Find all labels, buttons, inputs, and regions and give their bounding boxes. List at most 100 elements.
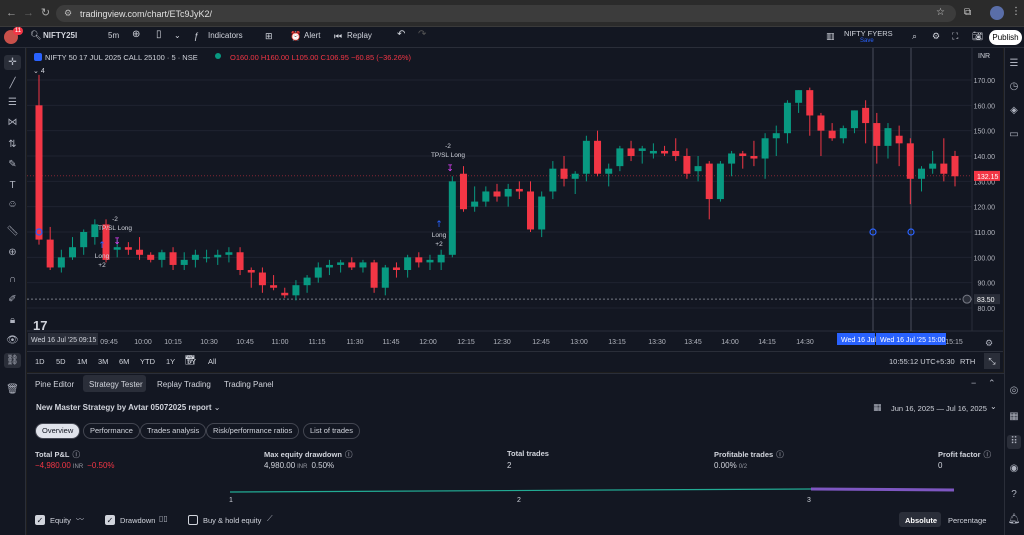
timeframe-3m[interactable]: 3M: [98, 357, 108, 366]
candle-body[interactable]: [661, 150, 669, 154]
candle-body[interactable]: [538, 196, 546, 230]
date-range[interactable]: Jun 16, 2025 — Jul 16, 2025: [891, 404, 987, 413]
candle-body[interactable]: [739, 153, 747, 156]
back-icon[interactable]: ←: [5, 7, 18, 20]
candle-body[interactable]: [672, 150, 680, 156]
collapse-indicators[interactable]: ⌄ 4: [33, 67, 45, 75]
fib-icon[interactable]: ☰: [4, 95, 21, 110]
candle-body[interactable]: [649, 150, 657, 154]
candle-body[interactable]: [750, 156, 758, 159]
candle-body[interactable]: [716, 163, 724, 200]
candle-body[interactable]: [694, 166, 702, 172]
watchlist-icon[interactable]: ☰: [1007, 57, 1021, 71]
candle-body[interactable]: [594, 140, 602, 174]
trading-panel-icon[interactable]: ▥: [826, 31, 835, 42]
indicators-button[interactable]: Indicators: [208, 31, 243, 40]
fullscreen-icon[interactable]: ⛶: [952, 31, 958, 42]
candle-body[interactable]: [214, 254, 222, 258]
candle-body[interactable]: [113, 247, 121, 250]
candle-body[interactable]: [761, 138, 769, 159]
alert-button[interactable]: Alert: [304, 31, 320, 40]
candle-body[interactable]: [203, 257, 211, 259]
candle-body[interactable]: [325, 264, 333, 268]
info-icon[interactable]: ⓘ: [345, 450, 353, 459]
timeframe-all[interactable]: All: [208, 357, 216, 366]
candle-body[interactable]: [828, 130, 836, 139]
clock-icon[interactable]: ◷: [1007, 80, 1021, 94]
layers-icon[interactable]: ◈: [1007, 104, 1021, 118]
gear-icon[interactable]: ⚙: [932, 31, 940, 42]
search-icon[interactable]: 🔍︎: [30, 30, 41, 41]
candle-body[interactable]: [839, 128, 847, 139]
chevron-down-icon[interactable]: ⌄: [990, 402, 997, 411]
candle-body[interactable]: [850, 110, 858, 129]
candle-body[interactable]: [136, 249, 144, 255]
broker-name[interactable]: NIFTY FYERS: [844, 29, 893, 38]
forward-icon[interactable]: →: [22, 7, 35, 20]
buy-hold-checkbox[interactable]: [188, 515, 198, 525]
candle-body[interactable]: [884, 128, 892, 146]
magnet-icon[interactable]: ∩: [4, 272, 21, 287]
candle-body[interactable]: [247, 270, 255, 273]
candle-body[interactable]: [527, 191, 535, 230]
zoom-in-icon[interactable]: ⊕: [4, 245, 21, 260]
calendar-icon[interactable]: ▦: [873, 402, 882, 413]
eye-icon[interactable]: 👁︎: [4, 333, 21, 348]
candle-body[interactable]: [560, 168, 568, 179]
candle-body[interactable]: [929, 163, 937, 169]
candle-body[interactable]: [917, 168, 925, 179]
candle-body[interactable]: [404, 257, 412, 270]
candle-body[interactable]: [381, 267, 389, 288]
candle-body[interactable]: [482, 191, 490, 202]
candlestick-chart[interactable]: 80.0090.00100.00110.00120.00130.00140.00…: [27, 48, 1003, 351]
brush-icon[interactable]: ✎: [4, 157, 21, 172]
bookmark-star-icon[interactable]: ☆: [936, 7, 945, 18]
candle-body[interactable]: [236, 252, 244, 270]
notification-icon[interactable]: 🔔︎: [1007, 513, 1021, 527]
candle-body[interactable]: [683, 156, 691, 174]
legend-title[interactable]: NIFTY 50 17 JUL 2025 CALL 25100 · 5 · NS…: [45, 53, 198, 62]
candle-body[interactable]: [147, 254, 155, 260]
candle-body[interactable]: [337, 262, 345, 265]
indicators-icon[interactable]: ƒ: [194, 31, 199, 41]
crosshair-icon[interactable]: ✛: [4, 55, 21, 70]
add-alert-icon[interactable]: [962, 294, 972, 304]
subtab-overview[interactable]: Overview: [35, 423, 81, 439]
percentage-toggle[interactable]: Percentage: [948, 516, 986, 525]
chat-icon[interactable]: ▭: [1007, 128, 1021, 142]
candle-body[interactable]: [459, 173, 467, 210]
candle-body[interactable]: [728, 153, 736, 164]
trash-icon[interactable]: 🗑︎: [4, 382, 21, 397]
candle-body[interactable]: [638, 148, 646, 151]
candles-icon[interactable]: ▯: [156, 29, 162, 40]
candle-body[interactable]: [281, 292, 289, 296]
candle-body[interactable]: [940, 163, 948, 174]
candle-body[interactable]: [180, 259, 188, 265]
candle-body[interactable]: [169, 252, 177, 265]
tab-strategy-tester[interactable]: Strategy Tester: [89, 380, 143, 389]
chart-settings-icon[interactable]: ⚙: [985, 338, 993, 349]
profile-avatar[interactable]: [990, 6, 1004, 20]
candle-body[interactable]: [772, 133, 780, 139]
replay-icon[interactable]: ⏮: [334, 31, 342, 42]
candle-body[interactable]: [46, 239, 54, 268]
subtab-list-of-trades[interactable]: List of trades: [303, 423, 360, 439]
candle-body[interactable]: [124, 247, 132, 250]
info-icon[interactable]: ⓘ: [72, 450, 80, 459]
candle-body[interactable]: [515, 188, 523, 192]
stay-drawing-icon[interactable]: ✐: [4, 292, 21, 307]
browser-menu-icon[interactable]: ⋮: [1011, 6, 1021, 17]
timeframe-1y[interactable]: 1Y: [166, 357, 175, 366]
reload-icon[interactable]: ↻: [39, 7, 52, 20]
link-icon[interactable]: ⛓: [4, 353, 21, 368]
candle-body[interactable]: [359, 262, 367, 268]
text-icon[interactable]: T: [4, 178, 21, 193]
alert-icon[interactable]: ⏰: [290, 31, 301, 42]
candle-body[interactable]: [571, 173, 579, 179]
candle-body[interactable]: [270, 285, 278, 288]
candle-body[interactable]: [314, 267, 322, 278]
candle-body[interactable]: [582, 140, 590, 174]
candle-body[interactable]: [392, 267, 400, 270]
candle-body[interactable]: [258, 272, 266, 286]
subtab-trades-analysis[interactable]: Trades analysis: [140, 423, 207, 439]
